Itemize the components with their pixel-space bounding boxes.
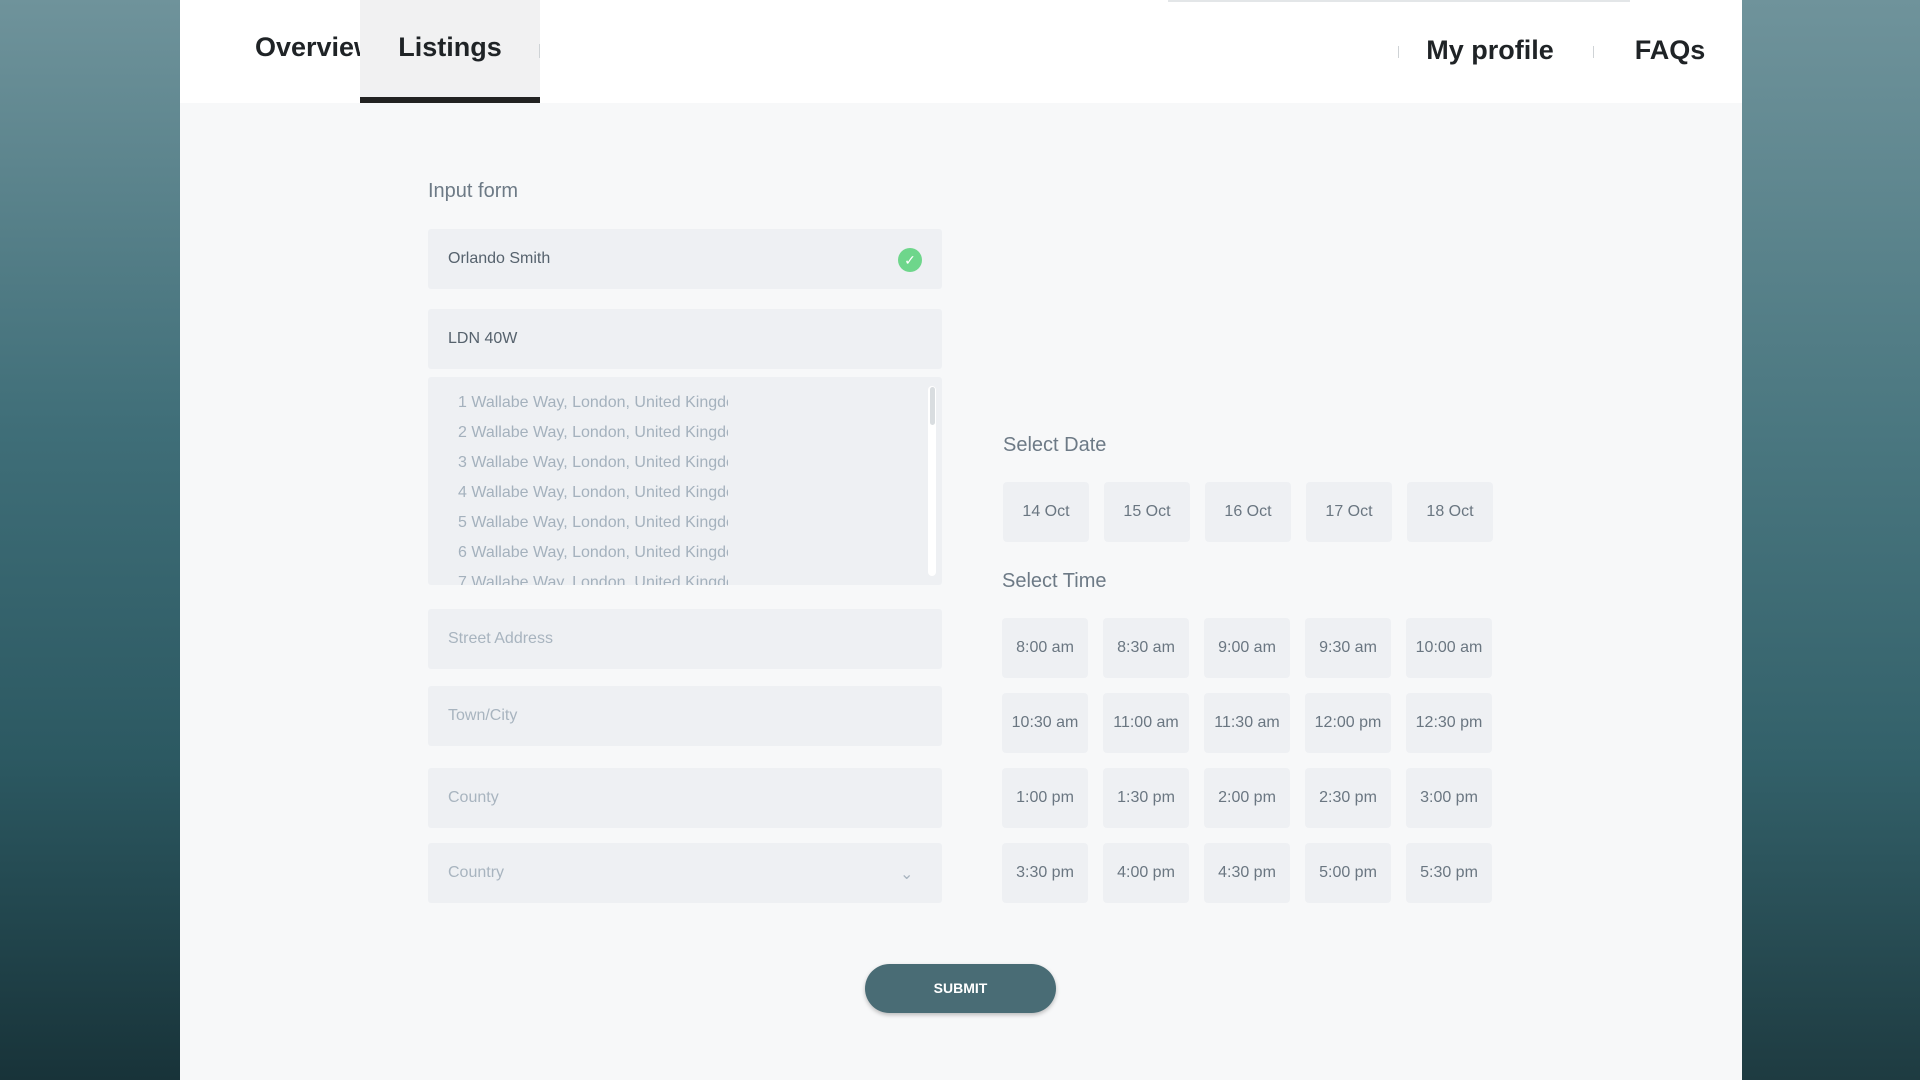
tab-faqs[interactable]: FAQs: [1620, 0, 1720, 103]
street-address-field[interactable]: Street Address: [428, 609, 942, 669]
time-option[interactable]: 10:30 am: [1002, 693, 1088, 753]
time-option[interactable]: 11:30 am: [1204, 693, 1290, 753]
time-option[interactable]: 12:00 pm: [1305, 693, 1391, 753]
nav-divider: [539, 44, 540, 58]
list-item[interactable]: 1 Wallabe Way, London, United Kingdom: [458, 394, 728, 412]
select-date-title: Select Date: [1003, 434, 1107, 456]
time-option[interactable]: 8:30 am: [1103, 618, 1189, 678]
date-option[interactable]: 16 Oct: [1205, 482, 1291, 542]
time-option[interactable]: 3:00 pm: [1406, 768, 1492, 828]
scrollbar-thumb[interactable]: [930, 387, 935, 425]
time-option[interactable]: 1:30 pm: [1103, 768, 1189, 828]
time-option[interactable]: 2:30 pm: [1305, 768, 1391, 828]
time-option[interactable]: 2:00 pm: [1204, 768, 1290, 828]
date-option[interactable]: 14 Oct: [1003, 482, 1089, 542]
time-option[interactable]: 9:30 am: [1305, 618, 1391, 678]
tab-my-profile[interactable]: My profile: [1390, 0, 1590, 103]
list-item[interactable]: 7 Wallabe Way, London, United Kingdom: [458, 574, 728, 585]
list-item[interactable]: 2 Wallabe Way, London, United Kingdom: [458, 424, 728, 442]
time-option[interactable]: 5:00 pm: [1305, 843, 1391, 903]
tab-listings-label: Listings: [398, 32, 502, 62]
check-icon: ✓: [898, 248, 922, 272]
list-item[interactable]: 6 Wallabe Way, London, United Kingdom: [458, 544, 728, 562]
form-title: Input form: [428, 180, 519, 202]
address-list[interactable]: 1 Wallabe Way, London, United Kingdom 2 …: [428, 377, 942, 585]
top-nav: Overview Listings My profile FAQs: [180, 0, 1742, 103]
time-option[interactable]: 4:30 pm: [1204, 843, 1290, 903]
time-option[interactable]: 11:00 am: [1103, 693, 1189, 753]
county-field[interactable]: County: [428, 768, 942, 828]
name-field[interactable]: Orlando Smith: [428, 229, 942, 289]
date-option[interactable]: 17 Oct: [1306, 482, 1392, 542]
date-option[interactable]: 15 Oct: [1104, 482, 1190, 542]
time-option[interactable]: 8:00 am: [1002, 618, 1088, 678]
date-option[interactable]: 18 Oct: [1407, 482, 1493, 542]
submit-button[interactable]: SUBMIT: [865, 964, 1056, 1013]
list-item[interactable]: 5 Wallabe Way, London, United Kingdom: [458, 514, 728, 532]
time-option[interactable]: 12:30 pm: [1406, 693, 1492, 753]
list-item[interactable]: 4 Wallabe Way, London, United Kingdom: [458, 484, 728, 502]
select-time-title: Select Time: [1002, 570, 1107, 592]
chevron-down-icon: ⌄: [900, 866, 914, 883]
background-right: [1742, 0, 1920, 1080]
time-option[interactable]: 5:30 pm: [1406, 843, 1492, 903]
tab-my-profile-label: My profile: [1426, 35, 1554, 65]
main-panel: Overview Listings My profile FAQs Input …: [180, 0, 1742, 1080]
time-option[interactable]: 1:00 pm: [1002, 768, 1088, 828]
background-left: [0, 0, 180, 1080]
postcode-field[interactable]: LDN 40W: [428, 309, 942, 369]
tab-faqs-label: FAQs: [1634, 35, 1706, 65]
time-option[interactable]: 9:00 am: [1204, 618, 1290, 678]
list-item[interactable]: 3 Wallabe Way, London, United Kingdom: [458, 454, 728, 472]
time-option[interactable]: 4:00 pm: [1103, 843, 1189, 903]
tab-listings[interactable]: Listings: [360, 0, 540, 103]
nav-divider: [1593, 46, 1594, 58]
town-city-field[interactable]: Town/City: [428, 686, 942, 746]
time-option[interactable]: 3:30 pm: [1002, 843, 1088, 903]
country-select[interactable]: Country: [428, 843, 942, 903]
time-option[interactable]: 10:00 am: [1406, 618, 1492, 678]
